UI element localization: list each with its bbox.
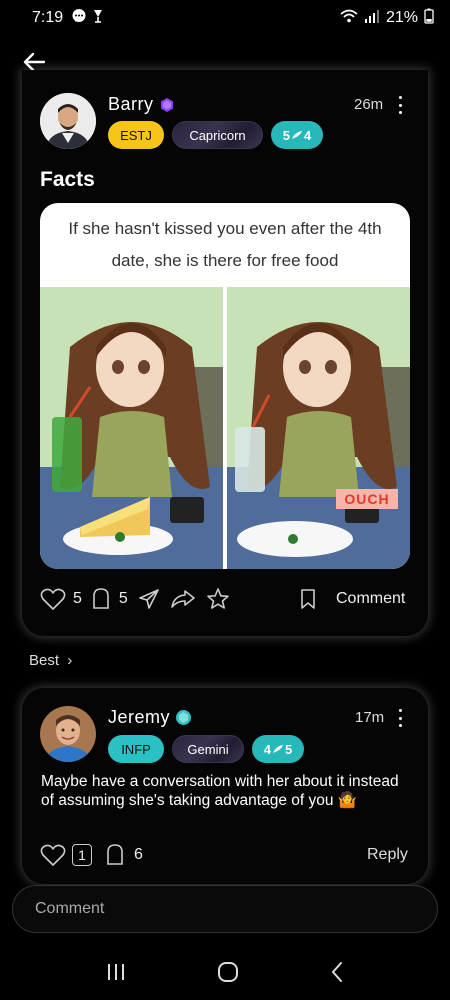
author-name[interactable]: Barry [108, 94, 154, 115]
comment-count: 5 [118, 590, 128, 607]
heart-icon [40, 844, 66, 866]
comment-more-menu[interactable] [395, 709, 405, 727]
feather-icon [273, 745, 283, 753]
purple-gem-badge-icon [160, 97, 173, 112]
best-label: Best [29, 652, 60, 669]
send-button[interactable] [138, 588, 160, 610]
commenter-name[interactable]: Jeremy [108, 707, 170, 728]
comment-body: Maybe have a conversation with her about… [41, 772, 411, 810]
comment-action-bar: 1 6 [40, 843, 143, 867]
status-bar: 7:19 21% [0, 0, 450, 36]
commenter-compatibility-badge[interactable]: 4 5 [252, 735, 304, 763]
comment-input[interactable]: Comment [12, 885, 438, 933]
wifi-icon [340, 9, 358, 28]
heart-icon [40, 588, 66, 610]
commenter-zodiac-badge[interactable]: Gemini [172, 735, 244, 763]
battery-percent: 21% [385, 9, 418, 26]
star-icon [207, 588, 229, 609]
author-avatar[interactable] [40, 93, 96, 149]
favorite-button[interactable] [206, 587, 230, 611]
comment-bubble-icon [93, 588, 109, 609]
comment-time: 17m [355, 709, 385, 726]
comment-replies-button[interactable] [104, 843, 126, 867]
post-action-bar: 5 5 [40, 587, 230, 611]
comment-input-placeholder: Comment [35, 900, 105, 917]
notification-app-icon [91, 8, 105, 29]
commenter-compat-right: 5 [285, 741, 293, 757]
zodiac-badge[interactable]: Capricorn [172, 121, 263, 149]
meme-caption: If she hasn't kissed you even after the … [68, 219, 382, 270]
comment-reply-count: 6 [134, 846, 143, 863]
post-comment-link[interactable]: Comment [300, 589, 405, 609]
meme-stamp: OUCH [336, 489, 398, 509]
teal-gem-badge-icon [176, 710, 192, 725]
comment-like-count: 1 [72, 844, 92, 866]
battery-icon [424, 8, 434, 29]
commenter-compat-left: 4 [263, 741, 271, 757]
post-more-menu[interactable] [395, 96, 405, 114]
like-count: 5 [73, 590, 82, 607]
messenger-icon [71, 8, 87, 29]
share-button[interactable] [170, 588, 196, 610]
like-button[interactable] [40, 587, 66, 611]
comments-button[interactable] [90, 587, 112, 611]
compat-right: 4 [304, 127, 312, 143]
compat-left: 5 [282, 127, 290, 143]
chevron-right-icon: › [67, 652, 73, 669]
meme-panel-right [227, 287, 410, 569]
comment-like-button[interactable] [40, 843, 66, 867]
bookmark-icon [301, 589, 315, 609]
comment-label: Comment [336, 590, 406, 607]
arrow-left-icon [23, 52, 45, 72]
mbti-badge[interactable]: ESTJ [108, 121, 164, 149]
home-icon [217, 961, 238, 982]
commenter-mbti-badge[interactable]: INFP [108, 735, 164, 763]
chevron-left-icon [331, 961, 343, 982]
shrug-emoji: 🤷 [337, 792, 358, 809]
send-icon [139, 589, 159, 609]
comment-bubble-icon [107, 844, 123, 865]
post-image[interactable]: If she hasn't kissed you even after the … [40, 203, 410, 569]
author-name-row[interactable]: Barry [108, 94, 175, 115]
compatibility-badge[interactable]: 5 4 [271, 121, 323, 149]
sort-best-toggle[interactable]: Best › [29, 652, 72, 669]
post-title: Facts [40, 168, 95, 191]
system-nav-bar [0, 948, 450, 1000]
recent-apps-icon [107, 963, 124, 980]
commenter-name-row[interactable]: Jeremy [108, 707, 192, 728]
home-button[interactable] [217, 961, 239, 988]
commenter-avatar[interactable] [40, 706, 96, 762]
feather-icon [292, 131, 302, 139]
system-back-button[interactable] [330, 961, 344, 988]
meme-panel-left [40, 287, 223, 569]
reply-button[interactable]: Reply [367, 846, 408, 864]
signal-icon [364, 9, 380, 28]
share-arrow-icon [171, 590, 195, 608]
status-time: 7:19 [32, 9, 64, 26]
post-time: 26m [354, 96, 384, 113]
recent-apps-button[interactable] [106, 963, 126, 986]
